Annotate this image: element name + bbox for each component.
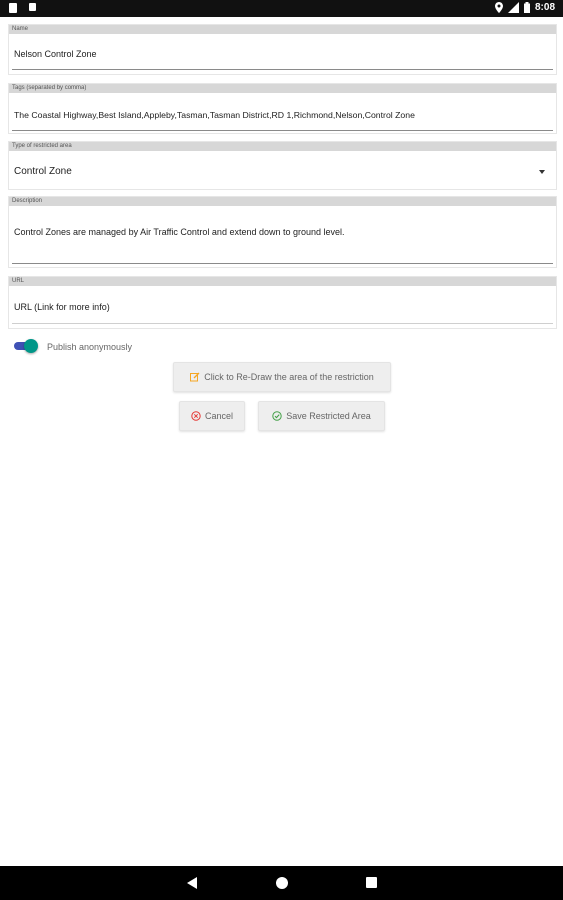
name-field-label: Name [9, 25, 556, 34]
cancel-button[interactable]: Cancel [179, 401, 245, 431]
description-underline [12, 263, 553, 264]
type-field-label: Type of restricted area [9, 142, 556, 151]
back-icon[interactable] [187, 877, 197, 889]
signal-icon [507, 2, 519, 13]
description-field-label: Description [9, 197, 556, 206]
notification-icon [29, 3, 36, 11]
dropdown-arrow-icon[interactable] [539, 170, 545, 174]
description-input[interactable]: Control Zones are managed by Air Traffic… [9, 227, 556, 237]
status-bar: 8:08 [0, 0, 563, 17]
name-underline [12, 69, 553, 70]
cancel-icon [191, 411, 201, 421]
url-underline [12, 323, 553, 324]
name-field[interactable]: Name Nelson Control Zone [8, 24, 557, 75]
description-field[interactable]: Description Control Zones are managed by… [8, 196, 557, 268]
sim-icon [9, 3, 17, 13]
cancel-button-label: Cancel [204, 411, 233, 421]
tags-input[interactable]: The Coastal Highway,Best Island,Appleby,… [9, 110, 556, 120]
type-field[interactable]: Type of restricted area Control Zone [8, 141, 557, 190]
location-icon [494, 2, 503, 13]
toggle-thumb [24, 339, 38, 353]
name-input[interactable]: Nelson Control Zone [9, 49, 556, 59]
edit-icon [190, 372, 200, 382]
url-field[interactable]: URL URL (Link for more info) [8, 276, 557, 329]
save-restricted-area-button[interactable]: Save Restricted Area [258, 401, 385, 431]
tags-field-label: Tags (separated by comma) [9, 84, 556, 93]
redraw-area-button[interactable]: Click to Re-Draw the area of the restric… [173, 362, 391, 392]
type-select[interactable]: Control Zone [9, 166, 556, 177]
navigation-bar [0, 866, 563, 900]
tags-field[interactable]: Tags (separated by comma) The Coastal Hi… [8, 83, 557, 134]
publish-anonymously-label: Publish anonymously [47, 342, 133, 352]
save-restricted-area-button-label: Save Restricted Area [286, 411, 371, 421]
publish-anonymously-toggle[interactable] [14, 339, 38, 353]
url-input[interactable]: URL (Link for more info) [9, 302, 556, 312]
battery-icon [523, 2, 530, 13]
home-icon[interactable] [276, 877, 288, 889]
check-circle-icon [272, 411, 282, 421]
recent-apps-icon[interactable] [366, 877, 377, 888]
url-field-label: URL [9, 277, 556, 286]
tags-underline [12, 130, 553, 131]
redraw-area-button-label: Click to Re-Draw the area of the restric… [204, 372, 374, 382]
clock: 8:08 [534, 2, 555, 13]
